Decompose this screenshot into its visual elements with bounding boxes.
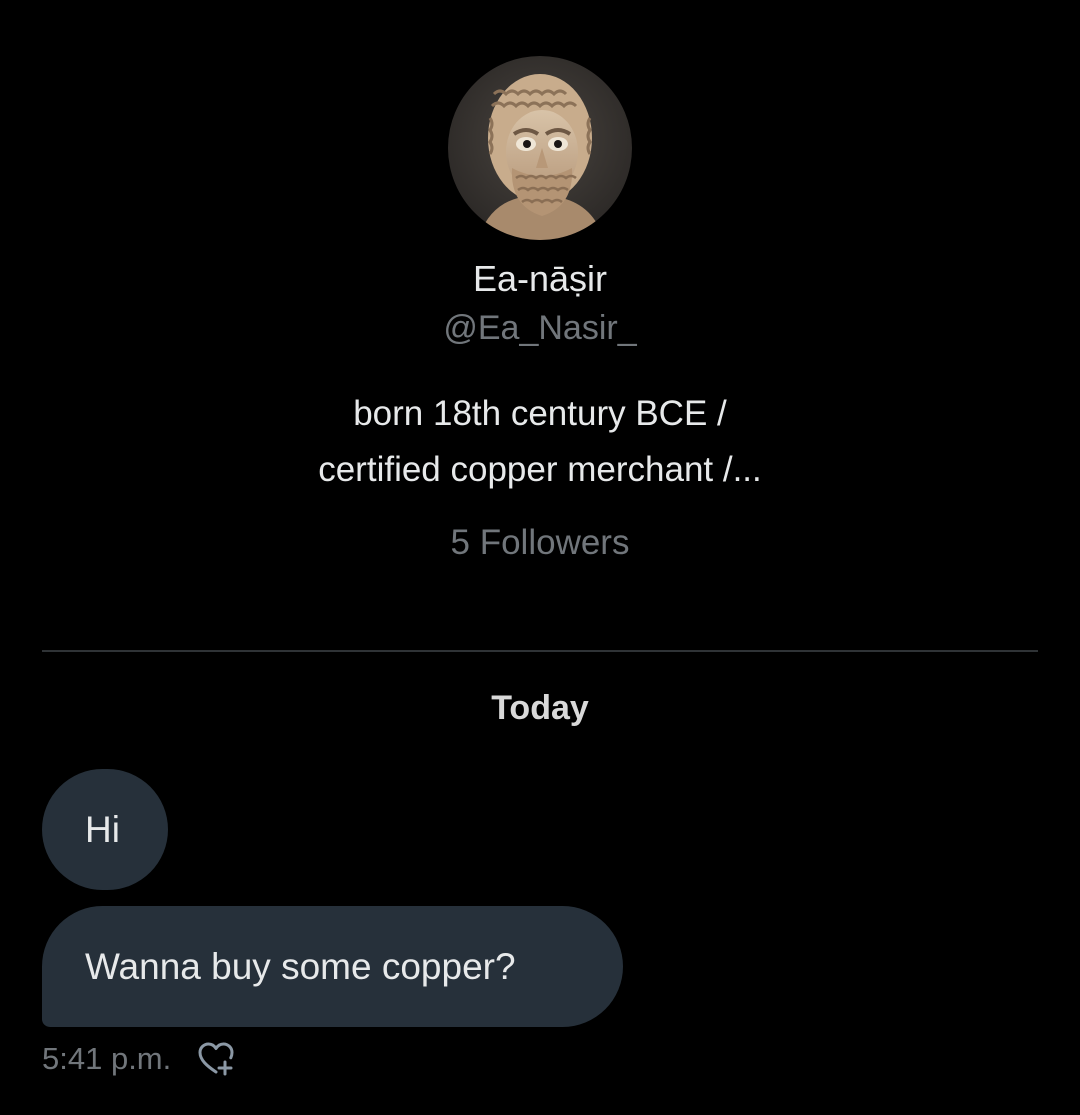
display-name[interactable]: Ea-nāṣir xyxy=(0,256,1080,302)
message-text: Hi xyxy=(85,809,120,850)
message-meta: 5:41 p.m. xyxy=(42,1036,237,1082)
heart-plus-icon[interactable] xyxy=(195,1038,237,1080)
bio-line: certified copper merchant /... xyxy=(318,450,762,489)
user-handle[interactable]: @Ea_Nasir_ xyxy=(0,306,1080,350)
message-bubble[interactable]: Wanna buy some copper? xyxy=(42,906,623,1027)
profile-avatar[interactable] xyxy=(448,56,632,240)
message-text: Wanna buy some copper? xyxy=(85,946,516,987)
profile-bio: born 18th century BCE / certified copper… xyxy=(0,386,1080,498)
divider xyxy=(42,650,1038,652)
bearded-statue-avatar-icon xyxy=(448,56,632,240)
message-bubble[interactable]: Hi xyxy=(42,769,168,890)
message-timestamp: 5:41 p.m. xyxy=(42,1041,172,1076)
followers-count[interactable]: 5 Followers xyxy=(0,520,1080,566)
bio-line: born 18th century BCE / xyxy=(353,394,727,433)
date-separator: Today xyxy=(491,689,589,727)
